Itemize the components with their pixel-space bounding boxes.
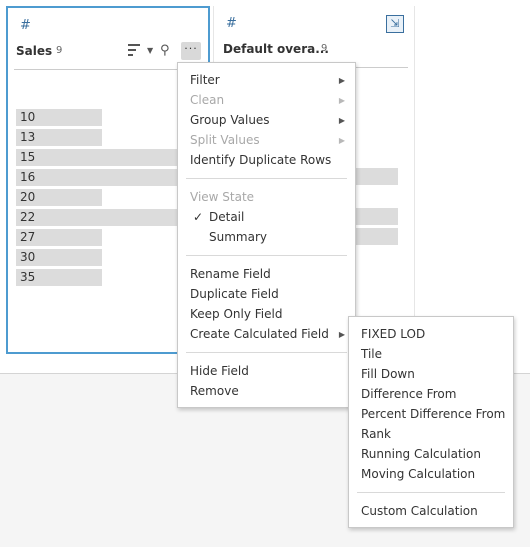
value-row[interactable]: 35 <box>16 269 198 286</box>
submenu-arrow-icon: ▶ <box>338 136 345 145</box>
menu-divider <box>186 255 347 256</box>
checkmark-icon: ✓ <box>193 210 204 224</box>
value-row[interactable]: 13 <box>16 129 198 146</box>
menu-item-split-values: Split Values <box>190 133 260 147</box>
number-type-icon: # <box>20 18 31 33</box>
more-options-button[interactable]: ··· <box>181 42 201 60</box>
menu-item-detail[interactable]: Detail <box>209 210 244 224</box>
value-bar <box>16 209 198 226</box>
submenu-item-tile[interactable]: Tile <box>361 347 382 361</box>
value-row[interactable]: 30 <box>16 249 198 266</box>
number-type-icon: # <box>226 16 237 31</box>
field-context-menu: Filter ▶ Clean ▶ Group Values ▶ Split Va… <box>177 62 356 408</box>
submenu-item-running-calculation[interactable]: Running Calculation <box>361 447 481 461</box>
menu-divider <box>186 178 347 179</box>
menu-item-rename-field[interactable]: Rename Field <box>190 267 271 281</box>
value-label: 27 <box>20 230 36 244</box>
submenu-arrow-icon: ▶ <box>338 76 345 85</box>
menu-divider <box>186 352 347 353</box>
value-bar <box>16 149 198 166</box>
value-bar <box>16 169 198 186</box>
menu-item-remove[interactable]: Remove <box>190 384 239 398</box>
field-count: 9 <box>321 43 328 54</box>
submenu-arrow-icon: ▶ <box>338 116 345 125</box>
calculated-field-submenu: FIXED LOD Tile Fill Down Difference From… <box>348 316 514 528</box>
value-row[interactable]: 10 <box>16 109 198 126</box>
value-row[interactable]: 27 <box>16 229 198 246</box>
submenu-arrow-icon: ▶ <box>338 330 345 339</box>
menu-heading-view-state: View State <box>190 190 255 204</box>
value-label: 30 <box>20 250 36 264</box>
value-label: 20 <box>20 190 36 204</box>
menu-item-hide-field[interactable]: Hide Field <box>190 364 249 378</box>
submenu-item-fill-down[interactable]: Fill Down <box>361 367 415 381</box>
menu-item-duplicate-field[interactable]: Duplicate Field <box>190 287 279 301</box>
expand-icon[interactable]: ⇲ <box>386 15 404 33</box>
menu-item-create-calculated-field[interactable]: Create Calculated Field <box>190 327 329 341</box>
value-row[interactable]: 16 <box>16 169 198 186</box>
field-name[interactable]: Sales <box>16 44 52 58</box>
submenu-item-rank[interactable]: Rank <box>361 427 391 441</box>
value-label: 15 <box>20 150 36 164</box>
field-count: 9 <box>56 45 63 56</box>
value-row[interactable]: 22 <box>16 209 198 226</box>
value-label: 35 <box>20 270 36 284</box>
value-row[interactable]: 20 <box>16 189 198 206</box>
sort-icon[interactable] <box>128 44 144 58</box>
menu-divider <box>357 492 505 493</box>
submenu-arrow-icon: ▶ <box>338 96 345 105</box>
value-bar[interactable] <box>354 228 398 245</box>
submenu-item-moving-calculation[interactable]: Moving Calculation <box>361 467 475 481</box>
value-label: 13 <box>20 130 36 144</box>
value-bar[interactable] <box>354 208 398 225</box>
search-icon[interactable]: ⚲ <box>160 43 170 58</box>
submenu-item-percent-difference-from[interactable]: Percent Difference From <box>361 407 505 421</box>
value-label: 10 <box>20 110 36 124</box>
value-label: 22 <box>20 210 36 224</box>
value-row[interactable]: 15 <box>16 149 198 166</box>
menu-item-filter[interactable]: Filter <box>190 73 220 87</box>
menu-item-group-values[interactable]: Group Values <box>190 113 270 127</box>
submenu-item-fixed-lod[interactable]: FIXED LOD <box>361 327 425 341</box>
value-label: 16 <box>20 170 36 184</box>
header-divider <box>14 69 202 70</box>
menu-item-identify-duplicate-rows[interactable]: Identify Duplicate Rows <box>190 153 331 167</box>
sort-caret-icon[interactable]: ▼ <box>147 46 153 55</box>
field-name[interactable]: Default overa... <box>223 42 329 56</box>
submenu-item-difference-from[interactable]: Difference From <box>361 387 456 401</box>
value-bar[interactable] <box>354 168 398 185</box>
menu-item-clean: Clean <box>190 93 225 107</box>
menu-item-summary[interactable]: Summary <box>209 230 267 244</box>
menu-item-keep-only-field[interactable]: Keep Only Field <box>190 307 282 321</box>
submenu-item-custom-calculation[interactable]: Custom Calculation <box>361 504 478 518</box>
